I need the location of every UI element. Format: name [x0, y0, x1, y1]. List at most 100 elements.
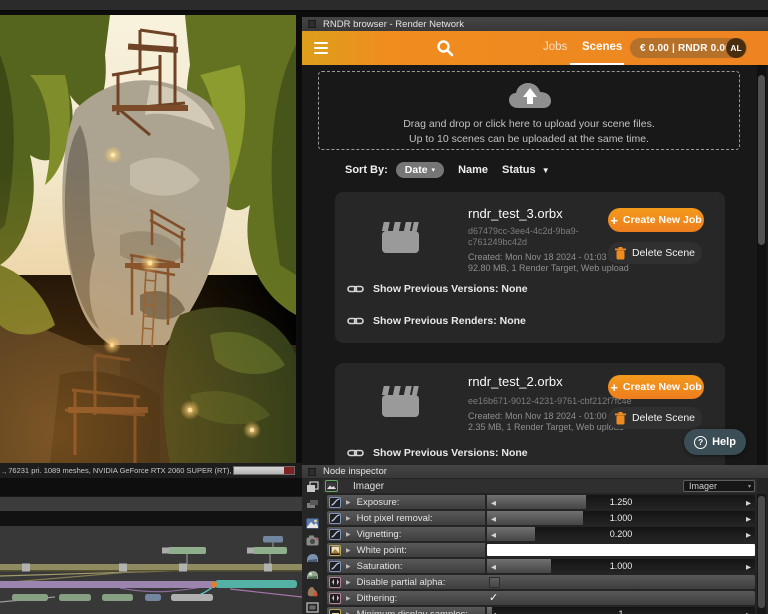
- sort-status-label: Status: [502, 164, 536, 176]
- slider-increment-icon[interactable]: ▶: [746, 563, 751, 571]
- node-inspector-titlebar[interactable]: Node inspector: [302, 465, 768, 478]
- scene-title: rndr_test_3.orbx: [468, 206, 563, 221]
- param-label: Disable partial alpha:: [356, 576, 446, 588]
- tab-jobs[interactable]: Jobs: [543, 41, 567, 53]
- gpu-memory-bar: [233, 466, 295, 475]
- inspector-row-vignetting: ▶ Vignetting: ◀ 0.200 ▶: [327, 527, 755, 541]
- window-icon: [308, 20, 316, 28]
- slider-increment-icon[interactable]: ▶: [746, 531, 751, 539]
- link-icon: [347, 449, 364, 457]
- material-node-icon[interactable]: [305, 567, 320, 581]
- create-new-job-button[interactable]: + Create New Job: [608, 208, 704, 232]
- expand-arrow-icon[interactable]: ▶: [346, 563, 351, 570]
- sort-name-button[interactable]: Name: [458, 164, 488, 176]
- scrollbar-thumb[interactable]: [758, 75, 765, 245]
- disable-partial-alpha-checkbox[interactable]: [489, 576, 500, 588]
- scrollbar-thumb[interactable]: [758, 496, 765, 608]
- expand-arrow-icon[interactable]: ▶: [346, 499, 351, 506]
- show-previous-renders-label: Show Previous Renders: None: [373, 315, 526, 327]
- inspector-toolbar: [302, 478, 323, 614]
- environment-node-icon[interactable]: [305, 550, 320, 564]
- display-node-icon[interactable]: [305, 600, 320, 614]
- sort-status-button[interactable]: Status ▼: [502, 164, 550, 176]
- expand-arrow-icon[interactable]: ▶: [346, 611, 351, 614]
- expand-arrow-icon[interactable]: ▶: [346, 515, 351, 522]
- node-inspector-window: Node inspector Imager Imager ▾ ▶ Exposur…: [302, 465, 768, 614]
- minimum-display-samples-slider[interactable]: ◀ 1 ▶: [487, 607, 755, 614]
- param-label: Saturation:: [356, 560, 403, 572]
- upload-dropzone[interactable]: Drag and drop or click here to upload yo…: [318, 71, 740, 150]
- screen: ., 76231 pri. 1089 meshes, NVIDIA GeForc…: [0, 0, 768, 614]
- show-previous-versions[interactable]: Show Previous Versions: None: [347, 282, 528, 296]
- dithering-checkbox[interactable]: ✓: [489, 592, 500, 604]
- float-node-chip-icon[interactable]: [329, 496, 341, 508]
- vignetting-slider[interactable]: ◀ 0.200 ▶: [487, 527, 755, 541]
- render-viewport[interactable]: [0, 15, 296, 463]
- param-label: Minimum display samples:: [356, 608, 469, 614]
- int-node-chip-icon[interactable]: [329, 608, 341, 614]
- question-icon: ?: [694, 435, 708, 449]
- expand-arrow-icon[interactable]: ▶: [346, 595, 351, 602]
- inspector-row-minimum-display-samples: ▶ Minimum display samples: ◀ 1 ▶: [327, 607, 755, 614]
- saturation-slider[interactable]: ◀ 1.000 ▶: [487, 559, 755, 573]
- search-icon[interactable]: [436, 39, 454, 57]
- param-value: 1.250: [609, 497, 633, 507]
- expand-arrow-icon[interactable]: ▶: [346, 579, 351, 586]
- paste-node-icon[interactable]: [305, 497, 320, 511]
- scene-uuid-line2: c761249bc42d: [468, 237, 528, 247]
- node-graph-canvas[interactable]: [0, 526, 302, 614]
- sort-by-label: Sort By:: [345, 164, 388, 176]
- bool-node-chip-icon[interactable]: [329, 592, 341, 604]
- slider-increment-icon[interactable]: ▶: [746, 515, 751, 523]
- trash-icon: [614, 246, 626, 259]
- hot-pixel-removal-slider[interactable]: ◀ 1.000 ▶: [487, 511, 755, 525]
- dropzone-line1: Drag and drop or click here to upload yo…: [403, 118, 655, 130]
- expand-arrow-icon[interactable]: ▶: [346, 531, 351, 538]
- show-previous-versions[interactable]: Show Previous Versions: None: [347, 446, 528, 460]
- param-label: Dithering:: [356, 592, 398, 604]
- camera-node-icon[interactable]: [305, 533, 320, 547]
- dropzone-line2: Up to 10 scenes can be uploaded at the s…: [409, 133, 649, 145]
- tab-scenes[interactable]: Scenes: [582, 41, 622, 53]
- delete-scene-label: Delete Scene: [631, 412, 696, 424]
- copy-node-icon[interactable]: [305, 480, 320, 494]
- scene-uuid-line1: ee16b671-9012-4231-9761-cbf212f7fc4e: [468, 396, 632, 406]
- sort-date-button[interactable]: Date ▾: [395, 162, 445, 178]
- scene-clapperboard-icon: [381, 385, 419, 422]
- exposure-slider[interactable]: ◀ 1.250 ▶: [487, 495, 755, 509]
- scene-created: Created: Mon Nov 18 2024 - 01:03 PM: [468, 252, 623, 262]
- imager-node-icon[interactable]: [325, 480, 338, 492]
- create-new-job-button[interactable]: + Create New Job: [608, 375, 704, 399]
- show-previous-renders[interactable]: Show Previous Renders: None: [347, 314, 526, 328]
- rndr-window-titlebar[interactable]: RNDR browser - Render Network: [302, 17, 768, 31]
- node-type-dropdown[interactable]: Imager ▾: [683, 480, 755, 492]
- delete-scene-button[interactable]: Delete Scene: [608, 242, 702, 264]
- content-scrollbar[interactable]: [757, 65, 766, 465]
- color-node-chip-icon[interactable]: [329, 544, 341, 556]
- slider-increment-icon[interactable]: ▶: [746, 611, 751, 614]
- user-avatar[interactable]: AL: [726, 38, 746, 58]
- paint-node-icon[interactable]: [305, 584, 320, 598]
- octane-status-bar: ., 76231 pri. 1089 meshes, NVIDIA GeForc…: [0, 463, 302, 478]
- delete-scene-button[interactable]: Delete Scene: [608, 407, 702, 429]
- window-title: Node inspector: [323, 466, 387, 477]
- float-node-chip-icon[interactable]: [329, 512, 341, 524]
- render-target-node-icon[interactable]: [305, 516, 320, 530]
- slider-increment-icon[interactable]: ▶: [746, 499, 751, 507]
- param-value: 0.200: [609, 529, 633, 539]
- float-node-chip-icon[interactable]: [329, 528, 341, 540]
- menu-hamburger-icon[interactable]: [314, 42, 328, 54]
- inspector-scrollbar[interactable]: [757, 494, 766, 614]
- param-label: White point:: [356, 544, 407, 556]
- rendered-scene-image: [0, 15, 296, 463]
- graph-panel-divider: [0, 511, 302, 526]
- expand-arrow-icon[interactable]: ▶: [346, 547, 351, 554]
- graph-panel-edge: [0, 478, 302, 496]
- window-icon: [308, 467, 316, 476]
- help-button[interactable]: ? Help: [684, 429, 746, 455]
- white-point-color-swatch[interactable]: [487, 544, 755, 556]
- dropdown-arrow-icon: ▾: [747, 483, 751, 490]
- bool-node-chip-icon[interactable]: [329, 576, 341, 588]
- upload-cloud-icon: [508, 80, 552, 115]
- float-node-chip-icon[interactable]: [329, 560, 341, 572]
